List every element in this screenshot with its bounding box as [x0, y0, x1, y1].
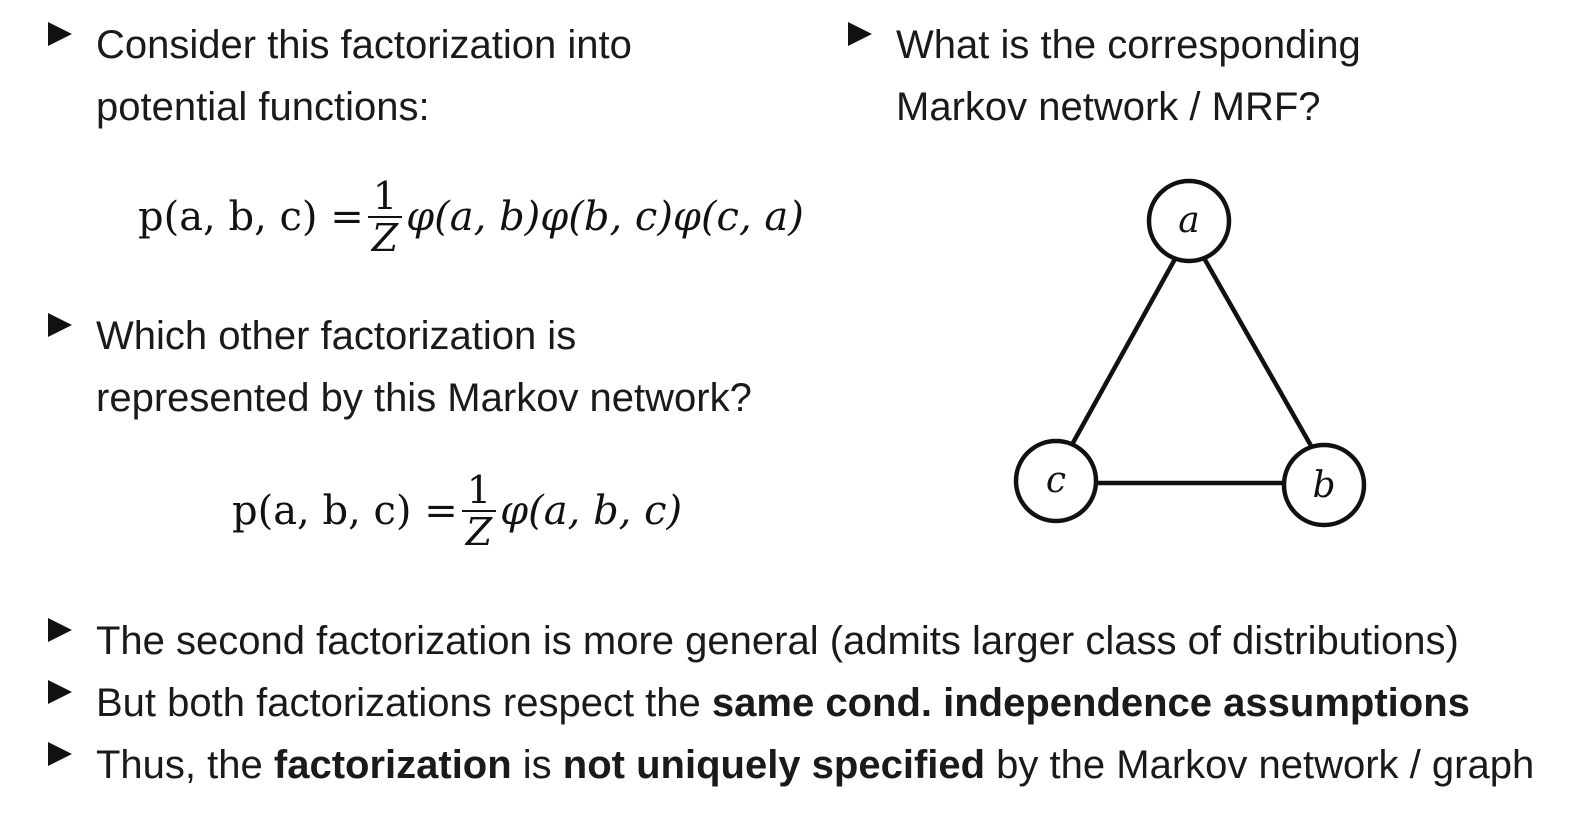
fraction: 1 Z [367, 174, 403, 258]
text-segment: Thus, the [96, 743, 274, 787]
node-label: b [1312, 465, 1335, 506]
text-segment: is [511, 743, 563, 787]
node-label: a [1178, 200, 1199, 241]
text-segment: But both factorizations respect the [96, 681, 712, 725]
bullet-triangle-icon [48, 680, 72, 704]
formula-clique: p(a, b, c) = 1 Z φ(a, b, c) [232, 470, 682, 552]
bullet-same-assumptions: But both factorizations respect the same… [48, 672, 1470, 734]
edge-a-c [1062, 248, 1182, 461]
bullet-text-line: Markov network / MRF? [896, 85, 1321, 129]
formula-pairwise: p(a, b, c) = 1 Z φ(a, b)φ(b, c)φ(c, a) [138, 176, 804, 258]
graph-node-a: a [1146, 178, 1232, 264]
formula-lhs: p(a, b, c) = [232, 488, 458, 534]
fraction-numerator: 1 [372, 174, 398, 218]
bullet-triangle-icon [48, 742, 72, 766]
fraction-denominator: Z [461, 510, 497, 552]
bullet-triangle-icon [48, 313, 72, 337]
markov-network-graph: a c b [1013, 178, 1367, 528]
bullet-text-line: What is the corresponding [896, 23, 1361, 67]
graph-node-c: c [1013, 438, 1099, 524]
graph-node-b: b [1281, 442, 1367, 528]
edge-a-b [1198, 249, 1320, 460]
text-segment: by the Markov network / graph [985, 743, 1535, 787]
bullet-consider: Consider this factorization into potenti… [48, 14, 632, 138]
emphasis-text: same cond. independence assumptions [711, 681, 1470, 725]
bullet-more-general: The second factorization is more general… [48, 610, 1459, 672]
bullet-triangle-icon [48, 22, 72, 46]
bullet-which-other: Which other factorization is represented… [48, 305, 752, 429]
bullet-what-is: What is the corresponding Markov network… [848, 14, 1361, 138]
node-label: c [1046, 460, 1066, 501]
fraction: 1 Z [461, 468, 497, 552]
bullet-text-line: potential functions: [96, 85, 430, 129]
emphasis-text: not uniquely specified [562, 743, 986, 787]
bullet-text-line: Which other factorization is [96, 314, 577, 358]
formula-rhs: φ(a, b)φ(b, c)φ(c, a) [406, 194, 804, 240]
formula-lhs: p(a, b, c) = [138, 194, 364, 240]
fraction-numerator: 1 [466, 468, 492, 512]
bullet-text-line: represented by this Markov network? [96, 376, 752, 420]
bullet-text-line: The second factorization is more general… [96, 619, 1459, 663]
fraction-denominator: Z [367, 216, 403, 258]
bullet-text-line: Consider this factorization into [96, 23, 632, 67]
bullet-not-unique: Thus, the factorization is not uniquely … [48, 734, 1534, 796]
bullet-triangle-icon [48, 618, 72, 642]
bullet-triangle-icon [848, 22, 872, 46]
emphasis-text: factorization [273, 743, 512, 787]
formula-rhs: φ(a, b, c) [500, 488, 683, 534]
